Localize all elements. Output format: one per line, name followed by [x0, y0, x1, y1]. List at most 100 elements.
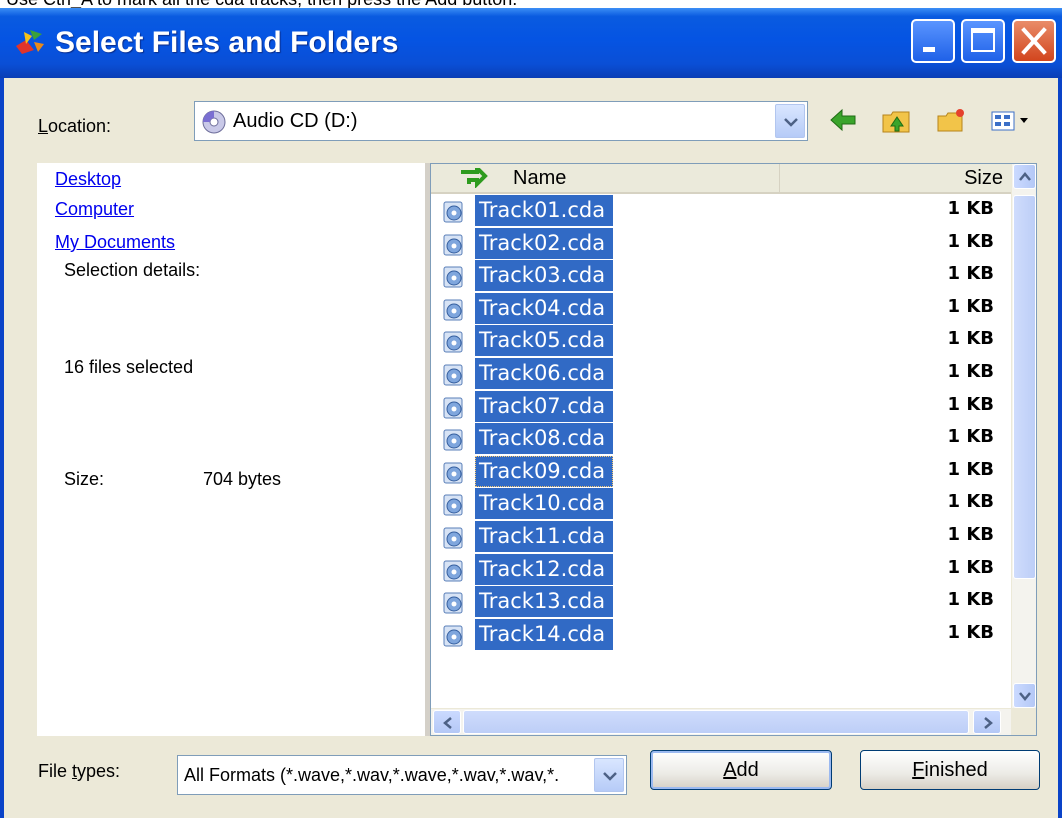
- chevron-down-icon: [784, 118, 798, 127]
- list-header: Name Size: [431, 164, 1011, 194]
- selection-details-label: Selection details:: [64, 260, 201, 280]
- file-types-dropdown[interactable]: All Formats (*.wave,*.wav,*.wave,*.wav,*…: [177, 755, 627, 795]
- column-header-size[interactable]: Size: [780, 164, 1011, 192]
- file-name: Track04.cda: [475, 292, 613, 324]
- minimize-button[interactable]: [911, 19, 955, 63]
- scroll-up-button[interactable]: [1013, 164, 1036, 189]
- file-row[interactable]: Track01.cda 1 KB: [431, 194, 1011, 227]
- link-desktop[interactable]: Desktop: [55, 169, 121, 190]
- file-name: Track07.cda: [475, 390, 613, 422]
- column-name-label: Name: [513, 167, 567, 189]
- scroll-left-button[interactable]: [433, 710, 461, 734]
- column-header-name[interactable]: Name: [431, 164, 780, 192]
- cda-track-icon: [443, 625, 463, 647]
- chevron-up-icon: [1019, 172, 1031, 181]
- location-value: Audio CD (D:): [233, 110, 358, 132]
- file-size: 1 KB: [947, 426, 994, 448]
- app-icon: [16, 30, 44, 54]
- horizontal-scroll-thumb[interactable]: [463, 710, 969, 734]
- cda-track-icon: [443, 266, 463, 288]
- file-name: Track09.cda: [475, 455, 613, 487]
- link-my-documents[interactable]: My Documents: [55, 232, 175, 253]
- cda-track-icon: [443, 201, 463, 223]
- file-name: Track01.cda: [475, 195, 613, 226]
- minimize-icon: [923, 47, 935, 52]
- vertical-scroll-thumb[interactable]: [1013, 195, 1036, 579]
- dialog-body: Location: Audio CD (D:) Desktop Computer…: [4, 78, 1058, 818]
- file-size: 1 KB: [947, 328, 994, 350]
- horizontal-scrollbar[interactable]: [431, 708, 1011, 735]
- file-name: Track14.cda: [475, 618, 613, 650]
- file-name: Track03.cda: [475, 260, 613, 292]
- file-types-dropdown-button[interactable]: [594, 758, 624, 792]
- title-bar[interactable]: Select Files and Folders: [0, 8, 1062, 78]
- file-size: 1 KB: [947, 393, 994, 415]
- file-row[interactable]: Track04.cda 1 KB: [431, 292, 1011, 325]
- file-types-value: All Formats (*.wave,*.wav,*.wave,*.wav,*…: [184, 765, 560, 785]
- cda-track-icon: [443, 299, 463, 321]
- cda-track-icon: [443, 429, 463, 451]
- file-size: 1 KB: [947, 491, 994, 513]
- scroll-down-button[interactable]: [1013, 683, 1036, 708]
- file-row[interactable]: Track06.cda 1 KB: [431, 357, 1011, 390]
- places-pane: Desktop Computer My Documents Selection …: [37, 163, 425, 736]
- location-label: Location:: [38, 116, 112, 136]
- new-folder-icon[interactable]: [936, 106, 966, 134]
- location-dropdown-button[interactable]: [775, 104, 805, 138]
- file-size: 1 KB: [947, 198, 994, 219]
- file-size: 1 KB: [947, 295, 994, 317]
- file-name: Track02.cda: [475, 227, 613, 259]
- instruction-text: Use Ctrl_A to mark all the cda tracks, t…: [6, 0, 1056, 8]
- file-row[interactable]: Track02.cda 1 KB: [431, 227, 1011, 260]
- file-size: 1 KB: [947, 589, 994, 611]
- maximize-icon: [971, 28, 995, 52]
- views-menu-icon[interactable]: [988, 106, 1034, 134]
- location-dropdown[interactable]: Audio CD (D:): [194, 101, 808, 141]
- select-files-dialog: Select Files and Folders Location: Audio…: [0, 8, 1062, 818]
- sort-arrow-icon: [461, 168, 488, 188]
- vertical-scrollbar[interactable]: [1011, 164, 1036, 709]
- file-row[interactable]: Track14.cda 1 KB: [431, 618, 1011, 651]
- file-size: 1 KB: [947, 621, 994, 643]
- file-row[interactable]: Track13.cda 1 KB: [431, 585, 1011, 618]
- cda-track-icon: [443, 592, 463, 614]
- file-size: 1 KB: [947, 523, 994, 545]
- maximize-button[interactable]: [961, 19, 1005, 63]
- cda-track-icon: [443, 364, 463, 386]
- close-button[interactable]: [1012, 19, 1056, 63]
- file-row[interactable]: Track10.cda 1 KB: [431, 487, 1011, 520]
- cda-track-icon: [443, 527, 463, 549]
- finished-button[interactable]: Finished: [860, 750, 1040, 790]
- add-button[interactable]: Add: [650, 750, 832, 790]
- file-types-label: File types:: [38, 761, 121, 781]
- chevron-down-icon: [1019, 692, 1031, 701]
- link-computer[interactable]: Computer: [55, 199, 134, 220]
- file-row[interactable]: Track07.cda 1 KB: [431, 390, 1011, 423]
- chevron-down-icon: [603, 772, 617, 781]
- file-row[interactable]: Track03.cda 1 KB: [431, 259, 1011, 292]
- chevron-left-icon: [443, 717, 452, 729]
- file-row[interactable]: Track05.cda 1 KB: [431, 324, 1011, 357]
- close-icon: [1021, 27, 1047, 55]
- file-row[interactable]: Track08.cda 1 KB: [431, 422, 1011, 455]
- up-folder-icon[interactable]: [881, 106, 911, 134]
- cda-track-icon: [443, 397, 463, 419]
- file-name: Track10.cda: [475, 488, 613, 520]
- cda-track-icon: [443, 462, 463, 484]
- file-row[interactable]: Track12.cda 1 KB: [431, 553, 1011, 586]
- scrollbar-corner: [1011, 708, 1036, 735]
- chevron-right-icon: [984, 717, 993, 729]
- file-row[interactable]: Track09.cda 1 KB: [431, 455, 1011, 488]
- file-list[interactable]: Name Size Track01.cda 1 KB Track02.cda 1 KB…: [430, 163, 1037, 736]
- file-size: 1 KB: [947, 230, 994, 252]
- column-size-label: Size: [964, 167, 1003, 189]
- audio-cd-icon: [202, 110, 226, 134]
- file-row[interactable]: Track11.cda 1 KB: [431, 520, 1011, 553]
- file-name: Track11.cda: [475, 520, 613, 552]
- file-name: Track12.cda: [475, 553, 613, 585]
- cda-track-icon: [443, 494, 463, 516]
- file-name: Track08.cda: [475, 423, 613, 455]
- back-arrow-icon[interactable]: [828, 106, 858, 134]
- scroll-right-button[interactable]: [973, 710, 1001, 734]
- file-size: 1 KB: [947, 556, 994, 578]
